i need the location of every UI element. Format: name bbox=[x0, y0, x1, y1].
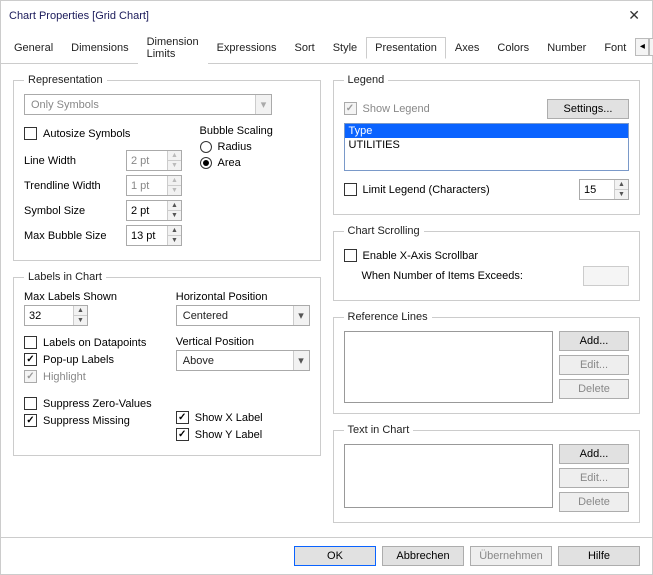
hpos-label: Horizontal Position bbox=[176, 291, 310, 303]
legend-legend: Legend bbox=[344, 74, 389, 86]
representation-group: Representation Only Symbols ▾ Autosize S… bbox=[13, 74, 321, 261]
symbol-size-spin[interactable]: 2 pt▲▼ bbox=[126, 200, 182, 221]
reference-lines-legend: Reference Lines bbox=[344, 311, 432, 323]
show-y-label: Show Y Label bbox=[195, 429, 262, 441]
tab-axes[interactable]: Axes bbox=[446, 37, 488, 58]
ref-edit-button: Edit... bbox=[559, 355, 629, 375]
tic-delete-button: Delete bbox=[559, 492, 629, 512]
tab-dimension-limits[interactable]: Dimension Limits bbox=[138, 31, 208, 64]
text-in-chart-legend: Text in Chart bbox=[344, 424, 414, 436]
list-item[interactable]: Type bbox=[345, 124, 629, 138]
tab-expressions[interactable]: Expressions bbox=[208, 37, 286, 58]
vpos-label: Vertical Position bbox=[176, 336, 310, 348]
tab-general[interactable]: General bbox=[5, 37, 62, 58]
tab-style[interactable]: Style bbox=[324, 37, 366, 58]
chart-scrolling-group: Chart Scrolling Enable X-Axis Scrollbar … bbox=[333, 225, 641, 301]
autosize-symbols-label: Autosize Symbols bbox=[43, 128, 130, 140]
labels-on-datapoints-label: Labels on Datapoints bbox=[43, 337, 146, 349]
tab-scroll-left[interactable]: ◂ bbox=[635, 38, 649, 56]
vpos-combo[interactable]: Above▾ bbox=[176, 350, 310, 371]
tic-add-button[interactable]: Add... bbox=[559, 444, 629, 464]
list-item[interactable]: UTILITIES bbox=[345, 138, 629, 152]
ok-button[interactable]: OK bbox=[294, 546, 376, 566]
when-exceeds-label: When Number of Items Exceeds: bbox=[362, 270, 523, 282]
cancel-button[interactable]: Abbrechen bbox=[382, 546, 464, 566]
line-width-label: Line Width bbox=[24, 155, 120, 167]
legend-group: Legend Show Legend Settings... Type UTIL… bbox=[333, 74, 641, 215]
radius-label: Radius bbox=[218, 141, 252, 153]
max-bubble-spin[interactable]: 13 pt▲▼ bbox=[126, 225, 182, 246]
popup-labels-label: Pop-up Labels bbox=[43, 354, 114, 366]
autosize-symbols-checkbox[interactable] bbox=[24, 127, 37, 140]
labels-on-datapoints-checkbox[interactable] bbox=[24, 336, 37, 349]
tic-edit-button: Edit... bbox=[559, 468, 629, 488]
trendline-width-label: Trendline Width bbox=[24, 180, 120, 192]
apply-button: Übernehmen bbox=[470, 546, 552, 566]
labels-legend: Labels in Chart bbox=[24, 271, 106, 283]
text-in-chart-listbox[interactable] bbox=[344, 444, 554, 508]
tab-scroll-right[interactable]: ▸ bbox=[649, 38, 653, 56]
representation-combo[interactable]: Only Symbols ▾ bbox=[24, 94, 272, 115]
radius-radio[interactable] bbox=[200, 141, 212, 153]
tab-presentation[interactable]: Presentation bbox=[366, 37, 446, 59]
reference-lines-group: Reference Lines Add... Edit... Delete bbox=[333, 311, 641, 414]
chart-properties-dialog: Chart Properties [Grid Chart] ✕ General … bbox=[0, 0, 653, 575]
show-legend-checkbox bbox=[344, 102, 357, 115]
bubble-scaling-label: Bubble Scaling bbox=[200, 125, 310, 137]
tab-font[interactable]: Font bbox=[595, 37, 635, 58]
area-radio[interactable] bbox=[200, 157, 212, 169]
symbol-size-label: Symbol Size bbox=[24, 205, 120, 217]
tab-dimensions[interactable]: Dimensions bbox=[62, 37, 137, 58]
area-label: Area bbox=[218, 157, 241, 169]
ref-add-button[interactable]: Add... bbox=[559, 331, 629, 351]
highlight-checkbox bbox=[24, 370, 37, 383]
dialog-footer: OK Abbrechen Übernehmen Hilfe bbox=[1, 537, 652, 574]
when-exceeds-input[interactable] bbox=[583, 266, 629, 286]
max-bubble-label: Max Bubble Size bbox=[24, 230, 120, 242]
text-in-chart-group: Text in Chart Add... Edit... Delete bbox=[333, 424, 641, 523]
enable-x-scrollbar-label: Enable X-Axis Scrollbar bbox=[363, 250, 479, 262]
show-x-label: Show X Label bbox=[195, 412, 263, 424]
limit-legend-spin[interactable]: 15▲▼ bbox=[579, 179, 629, 200]
window-title: Chart Properties [Grid Chart] bbox=[9, 10, 149, 22]
enable-x-scrollbar-checkbox[interactable] bbox=[344, 249, 357, 262]
suppress-zero-checkbox[interactable] bbox=[24, 397, 37, 410]
chevron-down-icon: ▾ bbox=[255, 95, 271, 114]
hpos-combo[interactable]: Centered▾ bbox=[176, 305, 310, 326]
tab-colors[interactable]: Colors bbox=[488, 37, 538, 58]
help-button[interactable]: Hilfe bbox=[558, 546, 640, 566]
show-legend-label: Show Legend bbox=[363, 103, 430, 115]
suppress-missing-label: Suppress Missing bbox=[43, 415, 130, 427]
representation-legend: Representation bbox=[24, 74, 107, 86]
tab-sort[interactable]: Sort bbox=[286, 37, 324, 58]
popup-labels-checkbox[interactable] bbox=[24, 353, 37, 366]
line-width-spin[interactable]: 2 pt▲▼ bbox=[126, 150, 182, 171]
ref-delete-button: Delete bbox=[559, 379, 629, 399]
close-icon[interactable]: ✕ bbox=[624, 7, 644, 24]
chevron-down-icon: ▾ bbox=[293, 306, 309, 325]
titlebar: Chart Properties [Grid Chart] ✕ bbox=[1, 1, 652, 30]
suppress-zero-label: Suppress Zero-Values bbox=[43, 398, 152, 410]
reference-lines-listbox[interactable] bbox=[344, 331, 554, 403]
max-labels-shown-label: Max Labels Shown bbox=[24, 291, 158, 303]
labels-group: Labels in Chart Max Labels Shown 32▲▼ La… bbox=[13, 271, 321, 456]
legend-listbox[interactable]: Type UTILITIES bbox=[344, 123, 630, 171]
max-labels-shown-spin[interactable]: 32▲▼ bbox=[24, 305, 88, 326]
limit-legend-checkbox[interactable] bbox=[344, 183, 357, 196]
limit-legend-label: Limit Legend (Characters) bbox=[363, 184, 490, 196]
show-y-checkbox[interactable] bbox=[176, 428, 189, 441]
trendline-width-spin[interactable]: 1 pt▲▼ bbox=[126, 175, 182, 196]
highlight-label: Highlight bbox=[43, 371, 86, 383]
tab-scroll: ◂ ▸ bbox=[635, 38, 653, 56]
suppress-missing-checkbox[interactable] bbox=[24, 414, 37, 427]
tab-strip: General Dimensions Dimension Limits Expr… bbox=[1, 30, 652, 64]
show-x-checkbox[interactable] bbox=[176, 411, 189, 424]
legend-settings-button[interactable]: Settings... bbox=[547, 99, 629, 119]
chart-scrolling-legend: Chart Scrolling bbox=[344, 225, 424, 237]
tab-number[interactable]: Number bbox=[538, 37, 595, 58]
chevron-down-icon: ▾ bbox=[293, 351, 309, 370]
